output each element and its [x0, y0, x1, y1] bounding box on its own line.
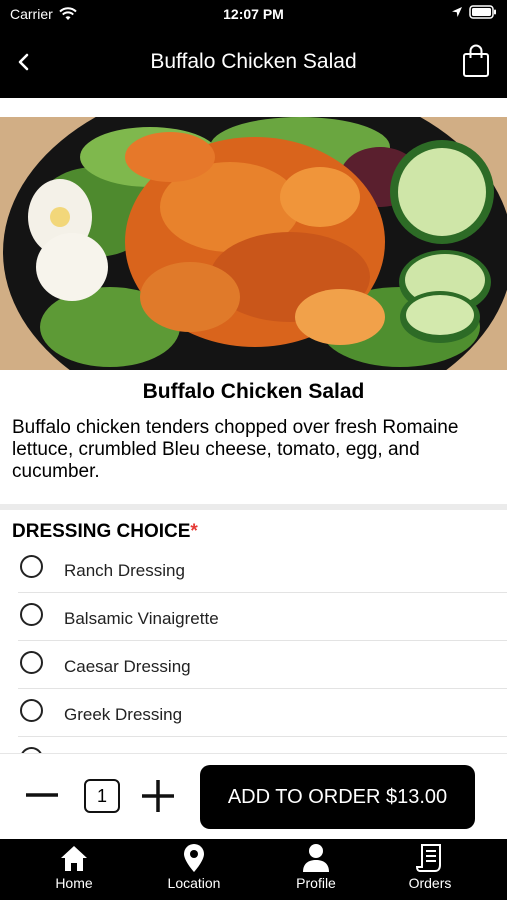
radio-button-icon[interactable] — [20, 651, 43, 674]
minus-icon[interactable] — [24, 780, 60, 810]
add-to-order-button[interactable]: ADD TO ORDER $13.00 — [200, 765, 475, 829]
location-pin-icon — [184, 844, 204, 872]
tab-label-orders: Orders — [408, 875, 452, 891]
salad-illustration — [0, 117, 507, 370]
radio-button-icon[interactable] — [20, 603, 43, 626]
battery-icon — [469, 5, 496, 19]
item-name: Buffalo Chicken Salad — [142, 380, 365, 403]
dressing-option-label: Balsamic Vinaigrette — [64, 609, 219, 628]
section-divider — [0, 504, 507, 510]
tab-profile[interactable]: Profile — [266, 839, 366, 900]
tab-home[interactable]: Home — [24, 839, 124, 900]
status-bar: Carrier 12:07 PM — [0, 0, 507, 28]
quantity-value: 1 — [84, 779, 120, 813]
status-time: 12:07 PM — [223, 6, 284, 22]
tab-label-profile: Profile — [296, 875, 336, 891]
back-chevron-icon[interactable] — [12, 48, 40, 76]
dressing-title-text: DRESSING CHOICE — [12, 521, 191, 542]
dressing-section-title: DRESSING CHOICE* — [12, 521, 198, 543]
dressing-option-greek[interactable]: Greek Dressing — [18, 689, 507, 737]
tab-bar: Home Location Profile Orders — [0, 839, 507, 900]
location-arrow-icon — [452, 7, 462, 17]
radio-button-icon[interactable] — [20, 699, 43, 722]
page-title: Buffalo Chicken Salad — [150, 50, 357, 73]
profile-icon — [303, 844, 329, 872]
item-description: Buffalo chicken tenders chopped over fre… — [12, 417, 459, 482]
home-icon — [61, 846, 87, 871]
radio-button-icon[interactable] — [20, 555, 43, 578]
shopping-bag-icon[interactable] — [461, 44, 491, 78]
tab-label-location: Location — [167, 875, 221, 891]
tab-location[interactable]: Location — [144, 839, 244, 900]
dressing-option-partial[interactable] — [18, 737, 507, 753]
orders-icon — [415, 844, 441, 872]
tab-label-home: Home — [55, 875, 93, 891]
status-right — [451, 5, 497, 19]
order-bar: 1 ADD TO ORDER $13.00 — [0, 753, 507, 839]
dressing-option-label: Ranch Dressing — [64, 561, 185, 580]
dressing-option-ranch[interactable]: Ranch Dressing — [18, 545, 507, 593]
product-image — [0, 117, 507, 370]
required-asterisk: * — [190, 521, 198, 542]
dressing-option-balsamic[interactable]: Balsamic Vinaigrette — [18, 593, 507, 641]
tab-orders[interactable]: Orders — [380, 839, 480, 900]
dressing-options-list: Ranch Dressing Balsamic Vinaigrette Caes… — [0, 545, 507, 753]
dressing-option-caesar[interactable]: Caesar Dressing — [18, 641, 507, 689]
dressing-option-label: Caesar Dressing — [64, 657, 191, 676]
navigation-bar: Buffalo Chicken Salad — [0, 28, 507, 98]
plus-icon[interactable] — [140, 778, 176, 814]
dressing-option-label: Greek Dressing — [64, 705, 183, 724]
